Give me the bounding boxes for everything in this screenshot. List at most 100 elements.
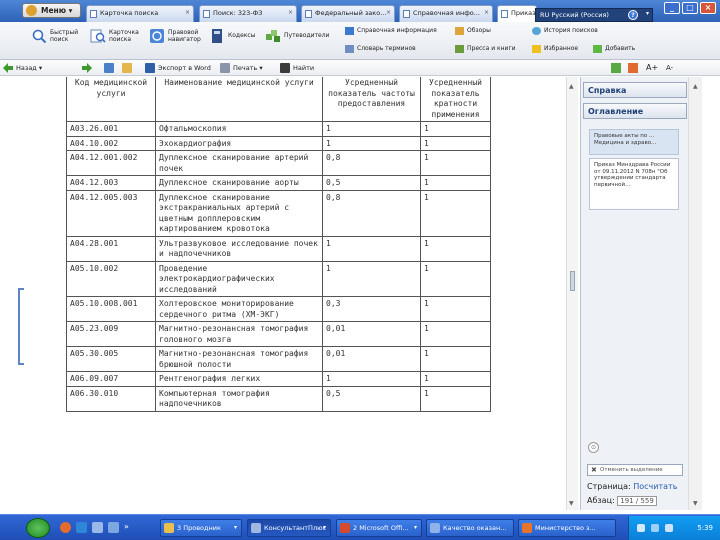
history-icon [532, 27, 541, 35]
save-icon[interactable] [104, 63, 114, 73]
minimize-button[interactable]: _ [664, 2, 680, 14]
cell-multiplicity: 1 [420, 260, 491, 297]
taskbar-button-label: Министерство з... [535, 524, 596, 532]
cell-multiplicity: 1 [420, 296, 491, 322]
taskbar-button[interactable]: 2 Microsoft Offi... ▾ [336, 519, 422, 537]
cell-name: Компьютерная томография надпочечников [155, 385, 323, 412]
codes-label: Кодексы [228, 32, 256, 39]
more-chevron-icon[interactable]: » [124, 522, 129, 533]
reviews-button[interactable]: Обзоры [455, 26, 491, 36]
firefox-icon[interactable] [60, 522, 71, 533]
download-icon[interactable] [611, 63, 621, 73]
taskbar-button[interactable]: КонсультантПлюс ▾ [247, 519, 331, 537]
print-button[interactable]: Печать ▾ [233, 62, 263, 74]
cell-multiplicity: 1 [420, 235, 491, 262]
chevron-down-icon[interactable]: ▾ [646, 10, 649, 17]
document-icon [403, 10, 410, 18]
tab-close-icon[interactable]: × [484, 9, 489, 16]
tab-federal-law[interactable]: Федеральный зако... × [301, 5, 395, 22]
table-row: A04.12.003 Дуплексное сканирование аорты 0… [66, 175, 491, 191]
back-arrow-icon [3, 63, 13, 73]
tab-label: Федеральный зако... [315, 9, 387, 17]
cell-code: A05.30.005 [66, 346, 156, 372]
cell-code: A04.28.001 [66, 235, 156, 262]
cell-frequency: 1 [322, 235, 421, 262]
favorites-button[interactable]: Избранное [532, 44, 578, 54]
taskbar-button[interactable]: Качество оказан... [426, 519, 514, 537]
add-button[interactable]: Добавить [593, 44, 635, 54]
cell-frequency: 0,01 [322, 346, 421, 372]
taskbar-button[interactable]: 3 Проводник ▾ [160, 519, 242, 537]
taskbar-button[interactable]: Министерство з... [518, 519, 616, 537]
reference-info-button[interactable]: Справочная информация [345, 26, 437, 36]
table-row: A05.10.002 Проведение электрокардиографич… [66, 260, 491, 297]
header-frequency: Усредненный показатель частоты предостав… [322, 77, 421, 122]
folder-icon[interactable] [122, 63, 132, 73]
page-label: Страница: [587, 482, 631, 491]
tab-order[interactable]: Приказ [497, 5, 537, 22]
cell-multiplicity: 1 [420, 135, 491, 151]
network-icon[interactable] [651, 524, 659, 532]
start-button[interactable] [26, 518, 50, 538]
tab-close-icon[interactable]: × [386, 9, 391, 16]
add-icon [593, 45, 602, 53]
help-icon[interactable]: ? [628, 10, 638, 20]
scroll-up-icon[interactable]: ▲ [569, 83, 574, 90]
scroll-thumb[interactable] [570, 271, 575, 291]
desktop-icon[interactable] [92, 522, 103, 533]
help-tab[interactable]: Справка [583, 82, 687, 98]
language-indicator[interactable]: RU Русский (Россия) ? ▾ [535, 8, 653, 22]
tab-search-323[interactable]: Поиск: 323-ФЗ × [199, 5, 297, 22]
tab-close-icon[interactable]: × [288, 9, 293, 16]
cell-code: A05.10.002 [66, 260, 156, 297]
tab-search-card[interactable]: Карточка поиска × [86, 5, 194, 22]
cell-multiplicity: 1 [420, 189, 491, 237]
maximize-button[interactable]: □ [682, 2, 698, 14]
cell-multiplicity: 1 [420, 346, 491, 372]
tab-close-icon[interactable]: × [185, 9, 190, 16]
document-scrollbar[interactable]: ▲ ▼ [566, 77, 578, 510]
tab-reference-info[interactable]: Справочная инфо... × [399, 5, 493, 22]
cell-name: Дуплексное сканирование артерий почек [155, 150, 323, 176]
forward-arrow-icon[interactable] [82, 63, 92, 73]
find-button[interactable]: Найти [293, 62, 314, 74]
dictionary-button[interactable]: Словарь терминов [345, 44, 416, 54]
press-books-button[interactable]: Пресса и книги [455, 44, 516, 54]
scroll-down-icon[interactable]: ▼ [569, 500, 574, 507]
export-word-button[interactable]: Экспорт в Word [158, 62, 211, 74]
clear-selection-label: Отменить выделение [600, 467, 663, 473]
scroll-down-icon[interactable]: ▼ [693, 500, 698, 507]
cell-name: Дуплексное сканирование аорты [155, 175, 323, 191]
page-count-link[interactable]: Посчитать [633, 482, 677, 491]
document-view: Код медицинской услуги Наименование меди… [0, 77, 578, 510]
ie-icon[interactable] [76, 522, 87, 533]
header-name: Наименование медицинской услуги [155, 77, 323, 122]
search-history-button[interactable]: История поисков [532, 26, 598, 36]
card-search-label: Карточка поиска [109, 29, 139, 43]
scroll-up-icon[interactable]: ▲ [693, 83, 698, 90]
language-label: RU Русский (Россия) [540, 11, 609, 19]
cell-frequency: 0,8 [322, 189, 421, 237]
bookmark-icon[interactable] [628, 63, 638, 73]
quick-search-label: Быстрый поиск [50, 29, 79, 43]
window-scrollbar[interactable]: ▲ ▼ [688, 77, 702, 510]
table-row: A05.23.009 Магнитно-резонансная томографи… [66, 321, 491, 347]
print-icon [220, 63, 230, 73]
clear-selection-button[interactable]: ✖ Отменить выделение [587, 464, 683, 476]
page-indicator: Страница: Посчитать [587, 482, 677, 491]
volume-icon[interactable] [665, 524, 673, 532]
window-switch-icon[interactable] [108, 522, 119, 533]
chevron-left-icon[interactable] [637, 524, 645, 532]
toc-item-order[interactable]: Приказ Минздрава России от 09.11.2012 N … [589, 158, 679, 210]
toc-tab[interactable]: Оглавление [583, 103, 687, 119]
cell-frequency: 1 [322, 260, 421, 297]
menu-button[interactable]: Меню ▾ [22, 3, 82, 18]
close-button[interactable]: × [700, 2, 716, 14]
paragraph-indicator: Абзац: 191 / 559 [587, 496, 657, 506]
back-button[interactable]: Назад ▾ [16, 62, 42, 74]
toc-item-legal-acts[interactable]: Правовые акты по ... Медицина и здраво..… [589, 129, 679, 155]
info-circle-icon[interactable]: ⊙ [588, 442, 599, 453]
font-increase-button[interactable]: A+ [646, 62, 658, 74]
font-decrease-button[interactable]: A- [666, 62, 673, 74]
header-code: Код медицинской услуги [66, 77, 156, 122]
